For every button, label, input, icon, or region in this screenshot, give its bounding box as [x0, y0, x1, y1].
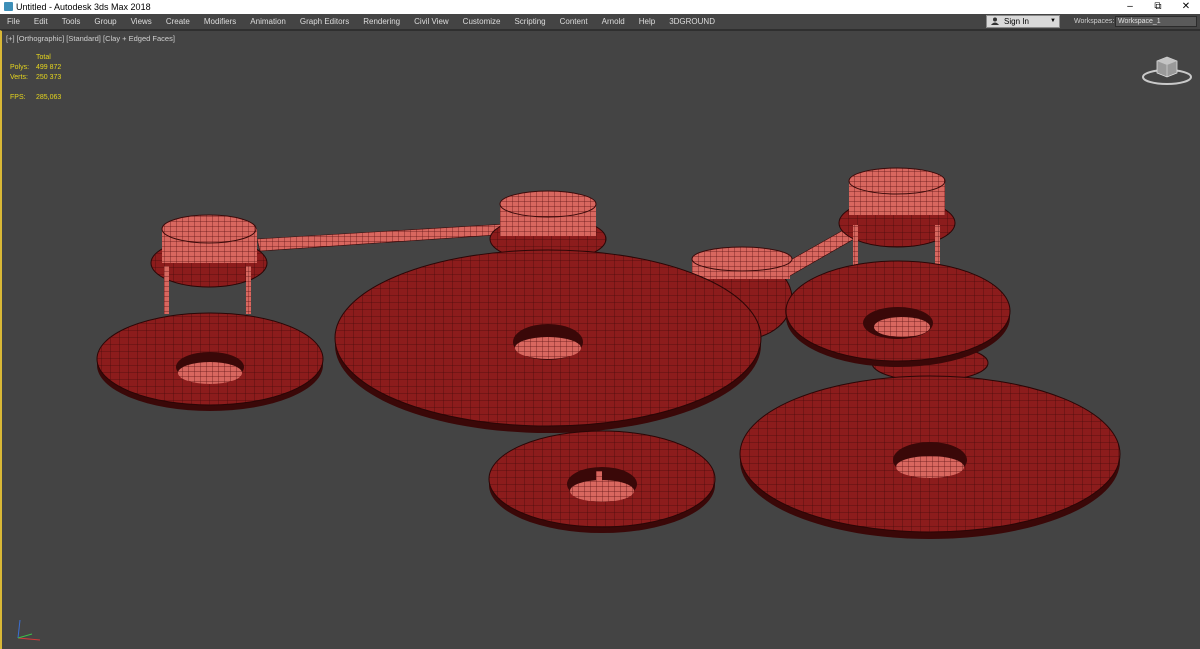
sign-in-button[interactable]: Sign In ▼ — [986, 15, 1060, 28]
menu-item-animation[interactable]: Animation — [243, 14, 293, 29]
perspective-viewport[interactable]: [+] [Orthographic] [Standard] [Clay + Ed… — [0, 30, 1200, 649]
menu-item-help[interactable]: Help — [632, 14, 662, 29]
verts-label: Verts: — [10, 74, 28, 81]
disc-right-upper — [785, 260, 1011, 367]
viewcube-icon[interactable] — [1140, 53, 1194, 89]
workspace-select[interactable]: Workspace_1 — [1115, 16, 1197, 27]
canopy-top-right — [838, 167, 956, 271]
sign-in-label: Sign In — [1004, 17, 1029, 26]
menu-item-graph-editors[interactable]: Graph Editors — [293, 14, 356, 29]
stats-header: Total — [36, 54, 51, 61]
dropdown-arrow-icon: ▼ — [1050, 18, 1056, 24]
viewport-standard-menu[interactable]: [Standard] — [66, 34, 101, 43]
minimize-icon[interactable]: – — [1116, 0, 1144, 14]
menu-item-rendering[interactable]: Rendering — [356, 14, 407, 29]
disc-left — [96, 312, 324, 411]
model-scene[interactable] — [2, 31, 1200, 649]
menu-item-content[interactable]: Content — [553, 14, 595, 29]
menu-item-tools[interactable]: Tools — [55, 14, 88, 29]
menu-item-civil-view[interactable]: Civil View — [407, 14, 456, 29]
menu-item-group[interactable]: Group — [87, 14, 123, 29]
maximize-icon[interactable]: ⧉ — [1144, 0, 1172, 14]
viewport-plus-menu[interactable]: [+] — [6, 34, 15, 43]
disc-center-large — [334, 249, 762, 433]
menu-item-arnold[interactable]: Arnold — [595, 14, 632, 29]
menu-item-modifiers[interactable]: Modifiers — [197, 14, 243, 29]
menu-item-edit[interactable]: Edit — [27, 14, 55, 29]
menu-item-3dground[interactable]: 3DGROUND — [662, 14, 722, 29]
fps-label: FPS: — [10, 94, 26, 101]
menu-item-views[interactable]: Views — [124, 14, 159, 29]
menu-bar: File Edit Tools Group Views Create Modifiers An… — [0, 14, 1200, 30]
menu-item-file[interactable]: File — [0, 14, 27, 29]
fps-value: 285,063 — [36, 94, 62, 101]
arm-left — [256, 223, 511, 252]
polys-value: 499 872 — [36, 64, 62, 71]
user-icon — [991, 17, 999, 25]
axis-tripod-icon — [17, 619, 41, 641]
verts-value: 250 373 — [36, 74, 62, 81]
menu-item-create[interactable]: Create — [159, 14, 197, 29]
window-title: Untitled - Autodesk 3ds Max 2018 — [16, 2, 151, 12]
workspaces-label: Workspaces: — [1074, 18, 1115, 25]
viewport-shading-menu[interactable]: [Clay + Edged Faces] — [103, 34, 175, 43]
close-icon[interactable]: ✕ — [1172, 0, 1200, 14]
menu-item-scripting[interactable]: Scripting — [507, 14, 552, 29]
disc-bottom-right-large — [739, 375, 1121, 539]
menu-item-customize[interactable]: Customize — [456, 14, 508, 29]
disc-bottom-center — [488, 430, 716, 533]
menu-items: File Edit Tools Group Views Create Modifiers An… — [0, 14, 722, 29]
canopy-top-left — [150, 214, 268, 314]
app-icon — [4, 2, 13, 11]
viewport-label-menu: [+] [Orthographic] [Standard] [Clay + Ed… — [6, 34, 175, 43]
title-bar: Untitled - Autodesk 3ds Max 2018 – ⧉ ✕ — [0, 0, 1200, 14]
viewport-view-menu[interactable]: [Orthographic] — [17, 34, 65, 43]
polys-label: Polys: — [10, 64, 30, 71]
